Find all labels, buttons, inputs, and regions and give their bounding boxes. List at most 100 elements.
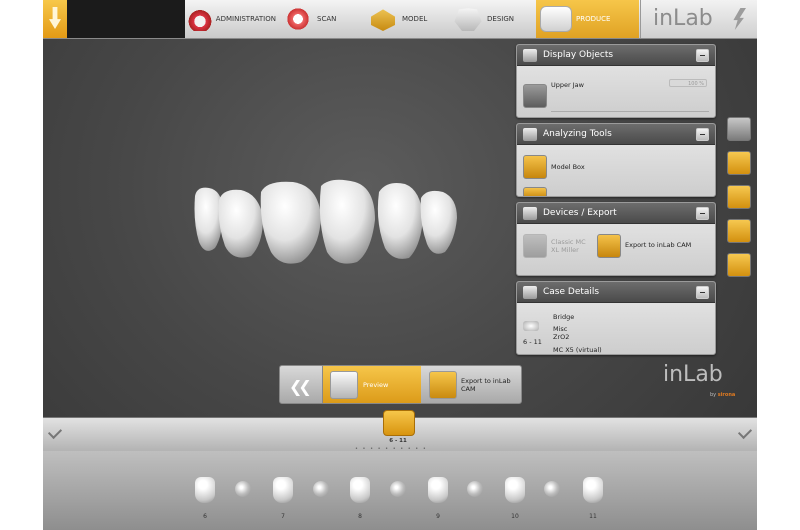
palette-connector[interactable]	[390, 481, 406, 497]
device-export-label[interactable]: Export to inLab CAM	[625, 241, 691, 249]
panel-analyzing-tools: Analyzing Tools Model Box	[516, 123, 716, 197]
transparency-slider[interactable]: 100 %	[669, 79, 707, 87]
active-case-label: 6 - 11	[389, 438, 407, 444]
brand-box: inLab	[640, 0, 757, 38]
panel-case-details: Case Details 6 - 11 Bridge Misc ZrO2 MC …	[516, 281, 716, 355]
upper-jaw-label: Upper Jaw	[551, 81, 584, 89]
chevron-down-icon[interactable]	[737, 424, 753, 440]
export-cam-icon[interactable]	[597, 234, 621, 258]
panel-devices-export: Devices / Export Classic MC XL Miller Ex…	[516, 202, 716, 276]
double-chevron-left-icon: ❮❮	[289, 377, 312, 396]
step-model[interactable]: MODEL	[368, 0, 448, 38]
tooth-9	[319, 179, 375, 264]
tooth-number: 10	[511, 513, 519, 520]
palette-tooth-7[interactable]	[273, 477, 293, 503]
panel-title: Devices / Export	[543, 208, 617, 218]
sirona-watermark: by sirona	[710, 392, 735, 398]
tool-model-button[interactable]	[727, 219, 751, 243]
panel-title: Display Objects	[543, 50, 614, 60]
step-administration-label: ADMINISTRATION	[215, 15, 276, 23]
tool-monitor-button[interactable]	[727, 185, 751, 209]
preview-button[interactable]: Preview	[323, 366, 421, 403]
material-zro2: ZrO2	[553, 333, 570, 341]
tooth-7	[218, 189, 263, 258]
model-box-icon[interactable]	[523, 155, 547, 179]
palette-connector[interactable]	[467, 481, 483, 497]
tooth-number: 7	[281, 513, 285, 520]
display-objects-icon	[523, 48, 537, 62]
produce-icon	[540, 6, 572, 32]
export-inlab-cam-button[interactable]: Export to inLab CAM	[422, 366, 521, 403]
panel-header: Display Objects	[517, 45, 715, 66]
tooth-number: 9	[436, 513, 440, 520]
tooth-6	[194, 187, 223, 251]
panel-title: Analyzing Tools	[543, 129, 612, 139]
collapse-button[interactable]	[696, 206, 709, 220]
chevron-down-icon[interactable]	[47, 424, 63, 440]
palette-tooth-8[interactable]	[350, 477, 370, 503]
step-design-label: DESIGN	[487, 15, 514, 23]
palette-tooth-9[interactable]	[428, 477, 448, 503]
design-icon	[454, 8, 482, 31]
step-administration[interactable]: ADMINISTRATION	[188, 0, 276, 38]
step-produce[interactable]: PRODUCE	[536, 0, 639, 38]
tooth-number: 11	[589, 513, 597, 520]
panel-header: Analyzing Tools	[517, 124, 715, 145]
tooth-8	[260, 181, 321, 264]
palette-tooth-10[interactable]	[505, 477, 525, 503]
tooth-number: 8	[358, 513, 362, 520]
step-produce-label: PRODUCE	[576, 15, 611, 23]
tooth-10	[377, 183, 423, 259]
machine-label: MC X5 (virtual)	[553, 346, 602, 354]
teeth-admin-icon	[188, 7, 212, 31]
collapse-button[interactable]	[696, 48, 709, 62]
watermark-company: sirona	[717, 392, 736, 398]
device-disabled-label: Classic MC XL Miller	[551, 238, 586, 254]
collapse-button[interactable]	[696, 285, 709, 299]
tooth-number: 6	[203, 513, 207, 520]
palette-connector[interactable]	[235, 481, 251, 497]
case-details-icon	[523, 285, 537, 299]
view-cube-button[interactable]	[727, 117, 751, 141]
panel-title: Case Details	[543, 287, 600, 297]
case-info-box	[67, 0, 185, 38]
step-scan[interactable]: SCAN	[283, 0, 363, 38]
analyzing-tools-icon	[523, 127, 537, 141]
palette-connector[interactable]	[313, 481, 329, 497]
back-button[interactable]: ❮❮	[280, 366, 323, 403]
export-label-line2: CAM	[461, 385, 476, 393]
top-navigation-bar: ADMINISTRATION SCAN MODEL DESIGN PRODUCE…	[43, 0, 757, 39]
action-bar: ❮❮ Preview Export to inLab CAM	[279, 365, 522, 404]
jaw-scan-icon	[283, 7, 313, 31]
tool-edit-button[interactable]	[727, 151, 751, 175]
watermark-by: by	[710, 392, 717, 398]
step-design[interactable]: DESIGN	[453, 0, 535, 38]
case-teeth-range: 6 - 11	[523, 338, 542, 346]
palette-tooth-6[interactable]	[195, 477, 215, 503]
magnifier-icon	[330, 371, 358, 399]
divider	[551, 111, 709, 112]
step-scan-label: SCAN	[317, 15, 337, 23]
lightning-icon[interactable]	[733, 8, 746, 30]
case-strip: 6 - 11 • • • • • • • • • •	[43, 410, 757, 452]
panel-display-objects: Display Objects Upper Jaw 100 %	[516, 44, 716, 118]
palette-connector[interactable]	[544, 481, 560, 497]
export-cam-icon	[429, 371, 457, 399]
tool-book-button[interactable]	[727, 253, 751, 277]
tooth-11	[420, 190, 457, 254]
milling-machine-icon	[523, 234, 547, 258]
active-case-badge[interactable]	[383, 410, 415, 436]
analyzing-tool-icon[interactable]	[523, 187, 547, 196]
bridge-3d-model[interactable]	[193, 178, 513, 268]
menu-tab-button[interactable]	[43, 0, 67, 38]
palette-tooth-11[interactable]	[583, 477, 603, 503]
inlab-app-window: ADMINISTRATION SCAN MODEL DESIGN PRODUCE…	[43, 0, 757, 530]
model-icon	[371, 9, 395, 31]
restoration-type: Bridge	[553, 313, 575, 321]
preview-label: Preview	[363, 381, 389, 389]
upper-jaw-thumbnail[interactable]	[523, 84, 547, 108]
collapse-button[interactable]	[696, 127, 709, 141]
bridge-icon	[523, 321, 539, 331]
export-label-line1: Export to inLab	[461, 377, 511, 385]
material-misc: Misc	[553, 325, 568, 333]
